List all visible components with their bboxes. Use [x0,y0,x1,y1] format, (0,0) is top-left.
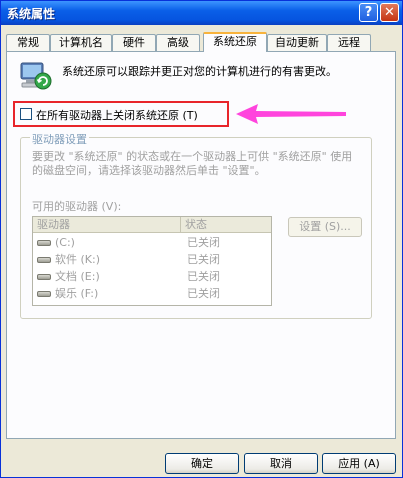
window-title: 系统属性 [7,7,56,21]
drive-status: 已关闭 [187,270,220,283]
cancel-button[interactable]: 取消 [244,453,318,474]
tab-automatic-updates[interactable]: 自动更新 [267,34,327,51]
drive-status: 已关闭 [187,287,220,300]
drive-name: 软件 (K:) [55,253,100,266]
disable-all-checkbox[interactable] [20,108,32,120]
tab-general[interactable]: 常规 [6,34,50,51]
drive-name: 文档 (E:) [55,270,100,283]
tab-advanced[interactable]: 高级 [156,34,200,51]
drive-row[interactable]: 文档 (E:) 已关闭 [33,269,271,285]
help-button[interactable]: ? [359,3,378,22]
title-bar[interactable]: 系统属性 ? ✕ [1,1,402,25]
tab-system-restore[interactable]: 系统还原 [203,32,267,52]
apply-button[interactable]: 应用 (A) [322,453,396,474]
close-button[interactable]: ✕ [380,3,399,22]
disable-all-label[interactable]: 在所有驱动器上关闭系统还原 (T) [36,107,198,123]
drive-status: 已关闭 [187,236,220,249]
drive-icon [37,240,51,246]
settings-button[interactable]: 设置 (S)... [288,217,362,237]
drive-settings-description: 要更改 "系统还原" 的状态或在一个驱动器上可供 "系统还原" 使用的磁盘空间，… [32,150,353,177]
drive-row[interactable]: 娱乐 (F:) 已关闭 [33,286,271,302]
drive-row[interactable]: (C:) 已关闭 [33,235,271,251]
tab-computer-name[interactable]: 计算机名 [50,34,112,51]
drive-name: 娱乐 (F:) [55,287,99,300]
drive-name: (C:) [55,236,75,249]
drive-status: 已关闭 [187,253,220,266]
drive-icon [37,257,51,263]
drive-settings-title: 驱动器设置 [30,131,89,147]
column-header-status[interactable]: 状态 [181,217,271,233]
drive-icon [37,291,51,297]
system-restore-icon [20,62,52,90]
ok-button[interactable]: 确定 [165,453,239,474]
annotation-arrow-icon [236,104,346,124]
column-header-drive[interactable]: 驱动器 [33,217,181,233]
intro-text: 系统还原可以跟踪并更正对您的计算机进行的有害更改。 [62,65,337,78]
tab-remote[interactable]: 远程 [327,34,371,51]
drive-row[interactable]: 软件 (K:) 已关闭 [33,252,271,268]
drive-icon [37,274,51,280]
tab-strip: 常规 计算机名 硬件 高级 系统还原 自动更新 远程 [6,32,396,52]
tab-hardware[interactable]: 硬件 [112,34,156,51]
drives-list[interactable]: 驱动器 状态 (C:) 已关闭 软件 (K:) 已关闭 文档 (E:) 已关闭 … [32,216,272,306]
available-drives-label: 可用的驱动器 (V): [32,200,122,213]
